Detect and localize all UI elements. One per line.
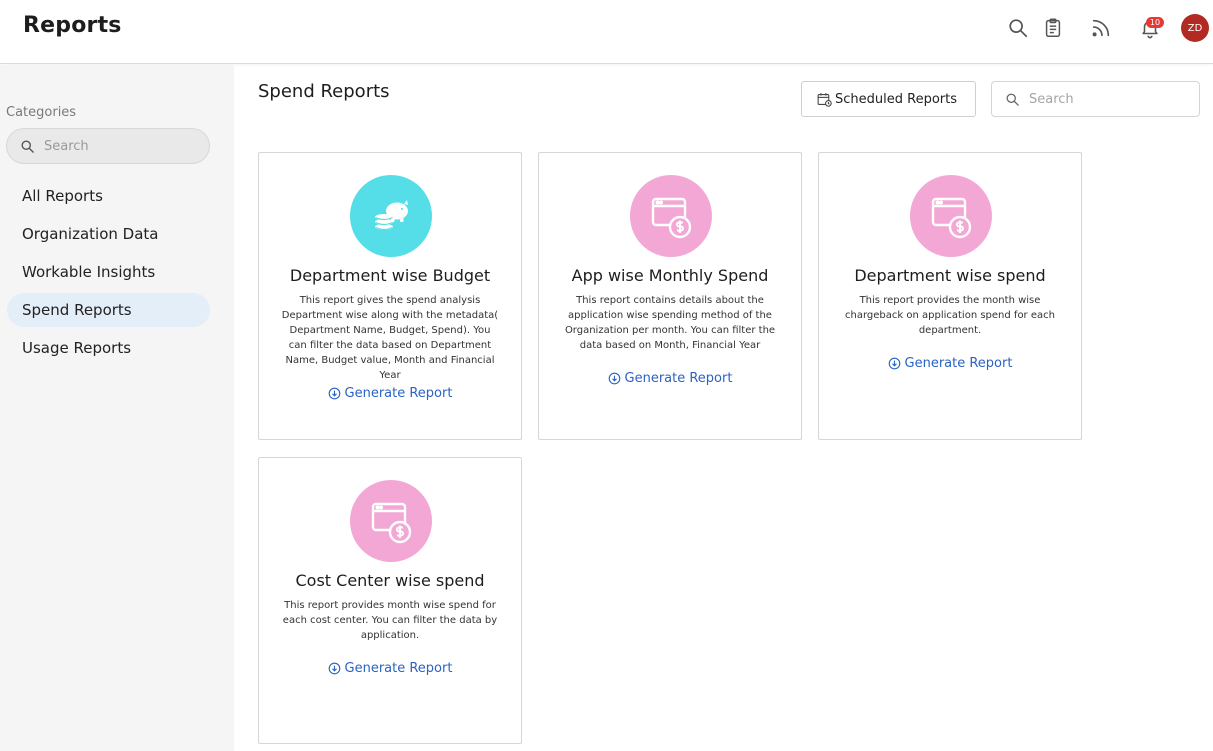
download-circle-icon (608, 372, 620, 385)
rss-icon[interactable] (1089, 16, 1113, 40)
app-dollar-icon (350, 480, 432, 562)
app-dollar-icon (630, 175, 712, 257)
sidebar-item-usage-reports[interactable]: Usage Reports (7, 331, 210, 365)
top-bar: Reports 10 ZD (0, 0, 1213, 64)
search-icon[interactable] (1006, 16, 1030, 40)
calendar-clock-icon (817, 92, 832, 107)
sidebar: Categories All Reports Organization Data… (0, 65, 234, 751)
generate-report-link[interactable]: Generate Report (259, 661, 521, 676)
clipboard-icon[interactable] (1041, 16, 1065, 40)
card-description: This report provides the month wise char… (845, 295, 1055, 336)
generate-report-link[interactable]: Generate Report (819, 356, 1081, 371)
sidebar-search-input[interactable] (44, 138, 194, 154)
generate-report-link[interactable]: Generate Report (539, 371, 801, 386)
search-icon (21, 140, 34, 153)
notification-badge: 10 (1146, 17, 1164, 28)
scheduled-reports-label: Scheduled Reports (835, 91, 957, 107)
piggy-bank-coins-icon (350, 175, 432, 257)
download-circle-icon (888, 357, 900, 370)
scheduled-reports-button[interactable]: Scheduled Reports (801, 81, 976, 117)
report-card-department-wise-spend[interactable]: Department wise spend This report provid… (818, 152, 1082, 440)
sidebar-item-workable-insights[interactable]: Workable Insights (7, 255, 210, 289)
sidebar-item-spend-reports[interactable]: Spend Reports (7, 293, 210, 327)
report-search-input[interactable] (1029, 91, 1189, 107)
sidebar-search[interactable] (6, 128, 210, 164)
report-card-department-wise-budget[interactable]: Department wise Budget This report gives… (258, 152, 522, 440)
card-title: Department wise Budget (289, 266, 491, 285)
card-description: This report provides month wise spend fo… (282, 600, 498, 641)
report-card-app-wise-monthly-spend[interactable]: App wise Monthly Spend This report conta… (538, 152, 802, 440)
card-description: This report contains details about the a… (564, 295, 776, 351)
report-card-cost-center-wise-spend[interactable]: Cost Center wise spend This report provi… (258, 457, 522, 744)
sidebar-item-organization-data[interactable]: Organization Data (7, 217, 210, 251)
card-title: App wise Monthly Spend (571, 266, 769, 285)
section-title: Spend Reports (258, 81, 390, 102)
report-search[interactable] (991, 81, 1200, 117)
sidebar-heading: Categories (6, 105, 77, 120)
generate-report-link[interactable]: Generate Report (259, 386, 521, 401)
avatar[interactable]: ZD (1181, 14, 1209, 42)
download-circle-icon (328, 662, 340, 675)
card-title: Department wise spend (854, 266, 1046, 285)
card-description: This report gives the spend analysis Dep… (281, 295, 499, 381)
search-icon (1006, 93, 1019, 106)
page-title: Reports (23, 13, 122, 38)
download-circle-icon (328, 387, 340, 400)
app-dollar-icon (910, 175, 992, 257)
sidebar-item-all-reports[interactable]: All Reports (7, 179, 210, 213)
card-title: Cost Center wise spend (295, 571, 485, 590)
